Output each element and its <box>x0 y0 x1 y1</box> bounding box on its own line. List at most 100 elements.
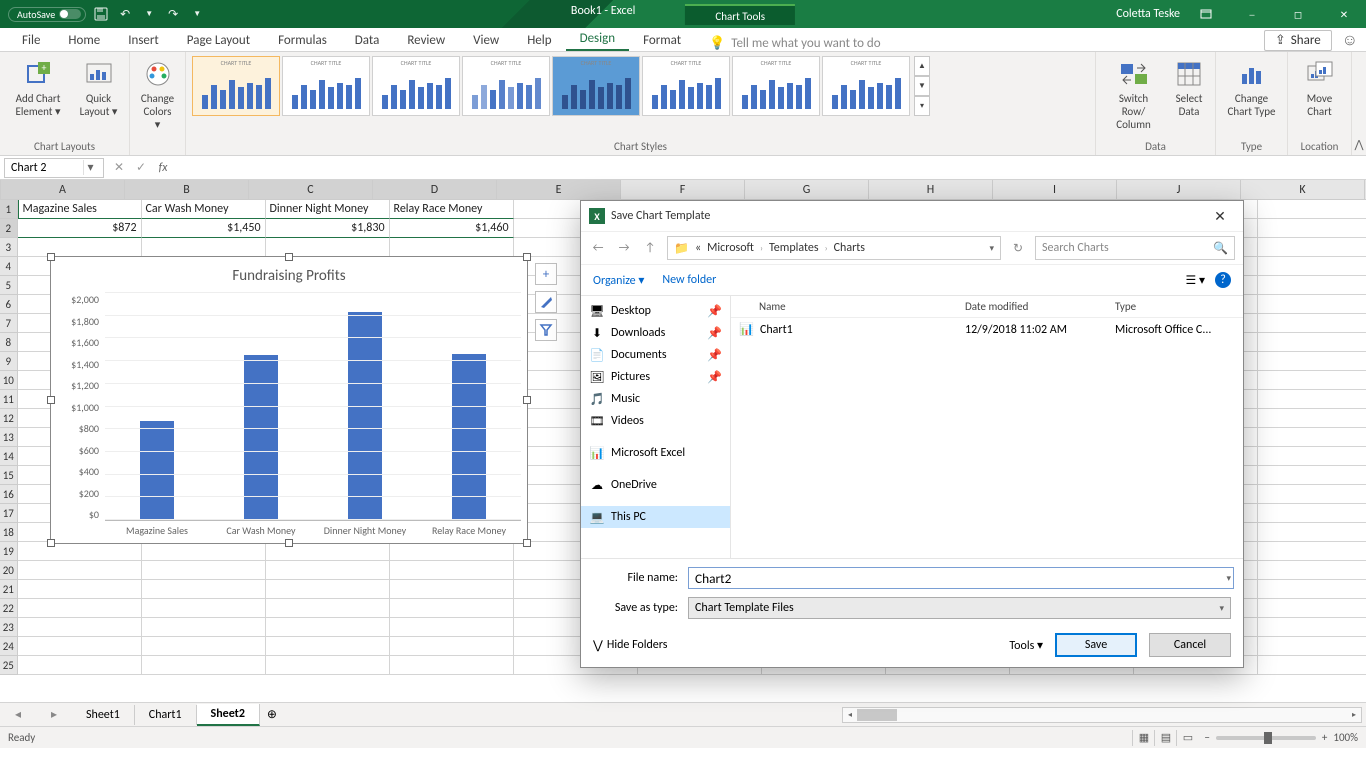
cell[interactable]: Relay Race Money <box>390 200 514 219</box>
qat-customize-icon[interactable]: ▼ <box>188 5 206 23</box>
close-icon[interactable]: ✕ <box>1324 0 1364 28</box>
row-header[interactable]: 21 <box>0 580 18 599</box>
normal-view-icon[interactable]: ▦ <box>1132 730 1154 746</box>
column-header[interactable]: I <box>993 180 1117 200</box>
chevron-down-icon[interactable]: ▼ <box>140 5 158 23</box>
file-name-input[interactable] <box>688 567 1234 589</box>
sheet-tab[interactable]: Sheet1 <box>72 705 135 725</box>
formula-input[interactable] <box>174 167 1366 168</box>
cell[interactable]: $1,460 <box>390 219 514 238</box>
row-header[interactable]: 18 <box>0 523 18 542</box>
tab-file[interactable]: File <box>8 30 54 51</box>
row-header[interactable]: 9 <box>0 352 18 371</box>
scroll-right-icon[interactable]: ▸ <box>1347 708 1361 722</box>
zoom-in-icon[interactable]: + <box>1322 731 1327 744</box>
column-header[interactable]: J <box>1117 180 1241 200</box>
chart-bar[interactable] <box>244 355 278 520</box>
column-header[interactable]: A <box>1 180 125 200</box>
page-layout-view-icon[interactable]: ▤ <box>1154 730 1176 746</box>
nav-forward-icon[interactable]: → <box>615 241 633 255</box>
organize-menu[interactable]: Organize ▾ <box>593 273 644 288</box>
cell[interactable]: $1,450 <box>142 219 266 238</box>
tab-help[interactable]: Help <box>513 30 565 51</box>
chart-style-thumb[interactable]: CHART TITLE <box>372 56 460 116</box>
tools-menu[interactable]: Tools ▾ <box>1009 638 1043 653</box>
enter-formula-icon[interactable]: ✓ <box>130 160 152 175</box>
chart-plot-area[interactable] <box>105 293 521 521</box>
view-options-icon[interactable]: ☰ ▾ <box>1186 273 1206 288</box>
address-breadcrumb[interactable]: 📁 « Microsoft› Templates› Charts ▾ <box>667 236 1001 260</box>
nav-back-icon[interactable]: ← <box>589 241 607 255</box>
row-header[interactable]: 24 <box>0 637 18 656</box>
column-header[interactable]: D <box>373 180 497 200</box>
row-header[interactable]: 7 <box>0 314 18 333</box>
chart-bar[interactable] <box>140 421 174 520</box>
chevron-down-icon[interactable]: ▾ <box>83 160 97 175</box>
collapse-ribbon-icon[interactable]: ⋀ <box>1352 52 1366 155</box>
quick-layout-button[interactable]: Quick Layout ▾ <box>74 56 123 120</box>
row-header[interactable]: 10 <box>0 371 18 390</box>
tab-insert[interactable]: Insert <box>114 30 173 51</box>
feedback-icon[interactable]: ☺ <box>1342 31 1358 50</box>
sheet-tab[interactable]: Chart1 <box>135 705 197 725</box>
zoom-level[interactable]: 100% <box>1333 731 1358 744</box>
row-header[interactable]: 5 <box>0 276 18 295</box>
share-button[interactable]: ⇪Share <box>1264 30 1332 51</box>
row-header[interactable]: 22 <box>0 599 18 618</box>
row-header[interactable]: 23 <box>0 618 18 637</box>
row-header[interactable]: 17 <box>0 504 18 523</box>
tab-review[interactable]: Review <box>393 30 459 51</box>
row-header[interactable]: 11 <box>0 390 18 409</box>
chart-elements-button[interactable]: + <box>535 263 557 285</box>
row-header[interactable]: 3 <box>0 238 18 257</box>
sidebar-item[interactable]: 📄Documents📌 <box>581 344 730 366</box>
chart-bar[interactable] <box>452 354 486 520</box>
row-header[interactable]: 25 <box>0 656 18 675</box>
column-header[interactable]: K <box>1241 180 1365 200</box>
sidebar-item[interactable]: 🖥Desktop📌 <box>581 300 730 322</box>
account-user[interactable]: Coletta Teske <box>1116 7 1180 21</box>
column-header[interactable]: B <box>125 180 249 200</box>
chart-style-thumb[interactable]: CHART TITLE <box>732 56 820 116</box>
chart-style-thumb[interactable]: CHART TITLE <box>282 56 370 116</box>
embedded-chart[interactable]: Fundraising Profits $2,000$1,800$1,600$1… <box>50 256 528 544</box>
dialog-file-list[interactable]: Name Date modified Type 📊Chart112/9/2018… <box>731 296 1243 558</box>
gallery-down-icon[interactable]: ▼ <box>914 76 930 96</box>
save-button[interactable]: Save <box>1055 633 1137 657</box>
row-header[interactable]: 12 <box>0 409 18 428</box>
sheet-tab[interactable]: Sheet2 <box>197 704 260 726</box>
minimize-icon[interactable]: ─ <box>1232 0 1272 28</box>
column-header[interactable]: C <box>249 180 373 200</box>
chart-title[interactable]: Fundraising Profits <box>57 263 521 293</box>
chart-styles-button[interactable] <box>535 291 557 313</box>
dialog-close-button[interactable]: ✕ <box>1205 208 1235 225</box>
row-header[interactable]: 20 <box>0 561 18 580</box>
tab-data[interactable]: Data <box>341 30 394 51</box>
cell[interactable]: Dinner Night Money <box>266 200 390 219</box>
row-header[interactable]: 19 <box>0 542 18 561</box>
sidebar-item[interactable]: 📊Microsoft Excel <box>581 442 730 464</box>
name-box[interactable]: Chart 2▾ <box>4 158 104 178</box>
chart-styles-gallery[interactable]: CHART TITLECHART TITLECHART TITLECHART T… <box>192 56 910 126</box>
chart-style-thumb[interactable]: CHART TITLE <box>822 56 910 116</box>
cancel-button[interactable]: Cancel <box>1149 633 1231 657</box>
chart-style-thumb[interactable]: CHART TITLE <box>642 56 730 116</box>
sidebar-item[interactable]: ⬇Downloads📌 <box>581 322 730 344</box>
column-header[interactable]: G <box>745 180 869 200</box>
help-icon[interactable]: ? <box>1215 272 1231 288</box>
tab-format[interactable]: Format <box>629 30 695 51</box>
row-header[interactable]: 2 <box>0 219 18 238</box>
row-header[interactable]: 6 <box>0 295 18 314</box>
row-header[interactable]: 4 <box>0 257 18 276</box>
sidebar-item[interactable]: 🎞Videos <box>581 410 730 432</box>
new-sheet-button[interactable]: ⊕ <box>260 707 284 722</box>
ribbon-display-icon[interactable] <box>1186 0 1226 28</box>
gallery-more-icon[interactable]: ▾ <box>914 96 930 116</box>
save-icon[interactable] <box>92 5 110 23</box>
sidebar-item[interactable]: 🖼Pictures📌 <box>581 366 730 388</box>
switch-row-column-button[interactable]: Switch Row/ Column <box>1102 56 1165 134</box>
sheet-nav-prev-icon[interactable]: ◂ <box>0 707 36 722</box>
row-header[interactable]: 8 <box>0 333 18 352</box>
chart-style-thumb[interactable]: CHART TITLE <box>552 56 640 116</box>
tab-view[interactable]: View <box>459 30 513 51</box>
